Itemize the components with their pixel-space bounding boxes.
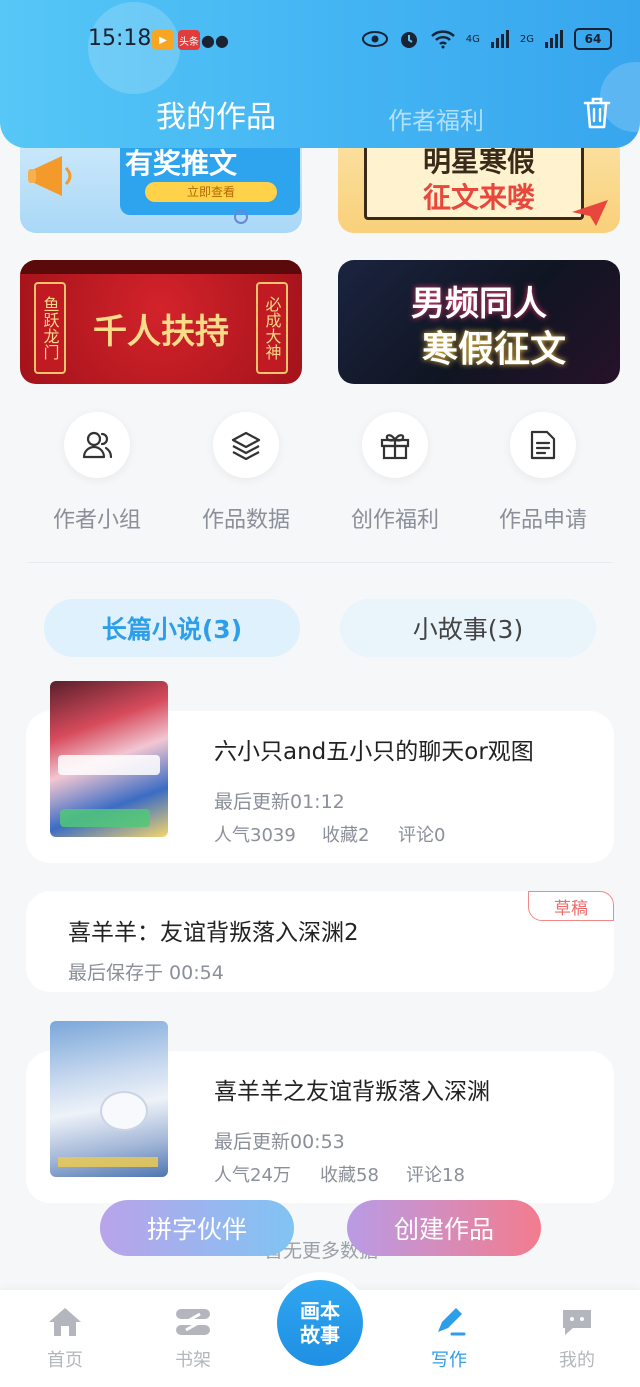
signal-icon [490, 30, 509, 48]
banner-title-line1: 男频同人 [411, 284, 547, 324]
banner-title: 千人扶持 [93, 312, 229, 352]
work-cover-image[interactable] [50, 681, 168, 837]
work-title[interactable]: 六小只and五小只的聊天or观图 [214, 732, 534, 766]
wechat-icon: ●● [201, 30, 229, 50]
work-popularity: 人气3039 [214, 825, 296, 846]
cover-decor [58, 1157, 158, 1167]
status-bar: 15:18 ▶ 头条 ●● 4G 2G 64 [0, 22, 640, 58]
draft-saved-time: 最后保存于 00:54 [68, 962, 224, 984]
work-favorites: 收藏2 [322, 825, 370, 846]
tab-author-benefits[interactable]: 作者福利 [388, 101, 484, 136]
tab-short-stories[interactable]: 小故事(3) [340, 599, 596, 657]
trash-icon[interactable] [582, 96, 612, 130]
banner-frame [20, 260, 302, 274]
banner-view-button[interactable]: 立即查看 [145, 182, 277, 202]
work-comments: 评论18 [406, 1165, 465, 1186]
banner-thousand-support[interactable]: 鱼跃龙门 必成大神 千人扶持 [20, 260, 302, 384]
quick-creation-benefits[interactable]: 创作福利 [330, 412, 460, 534]
battery-indicator: 64 [574, 28, 612, 50]
nav-label: 我的 [559, 1350, 595, 1371]
draft-badge: 草稿 [528, 891, 614, 921]
nav-label: 书架 [175, 1350, 211, 1371]
toutiao-app-icon: 头条 [178, 30, 200, 50]
alarm-icon [400, 32, 417, 48]
quick-work-application[interactable]: 作品申请 [478, 412, 608, 534]
video-app-icon: ▶ [152, 30, 174, 50]
signal-icon [545, 30, 563, 48]
work-cover-image[interactable] [50, 1021, 168, 1177]
draft-title[interactable]: 喜羊羊：友谊背叛落入深渊2 [68, 913, 359, 947]
pen-icon [438, 1308, 466, 1336]
gift-icon [362, 412, 428, 478]
status-time: 15:18 [88, 26, 152, 51]
network-4g-label: 4G [465, 33, 480, 45]
eye-icon [361, 31, 388, 47]
work-updated: 最后更新01:12 [214, 791, 345, 813]
megaphone-icon [28, 156, 72, 196]
center-label-line2: 故事 [300, 1323, 340, 1347]
quick-label: 作者小组 [52, 508, 141, 533]
create-work-button[interactable]: 创建作品 [347, 1200, 541, 1256]
network-2g-label: 2G [519, 33, 534, 45]
nav-bookshelf[interactable]: 书架 [148, 1306, 238, 1372]
quick-label: 作品申请 [498, 508, 587, 533]
nav-label: 首页 [47, 1350, 83, 1371]
layers-icon [213, 412, 279, 478]
work-favorites: 收藏58 [320, 1165, 379, 1186]
picture-story-button[interactable]: 画本 故事 [277, 1280, 363, 1366]
quick-label: 创作福利 [350, 508, 439, 533]
document-icon [510, 412, 576, 478]
word-partner-button[interactable]: 拼字伙伴 [100, 1200, 294, 1256]
center-label-line1: 画本 [300, 1299, 340, 1323]
cover-decor [100, 1091, 148, 1131]
cover-decor [58, 755, 160, 775]
nav-write[interactable]: 写作 [404, 1306, 494, 1372]
nav-mine[interactable]: 我的 [532, 1306, 622, 1372]
chat-bubble-icon [563, 1310, 591, 1335]
banner-title-line2: 寒假征文 [421, 329, 566, 370]
decor-ring [234, 210, 248, 224]
home-icon [49, 1308, 81, 1336]
quick-label: 作品数据 [201, 508, 290, 533]
nav-home[interactable]: 首页 [20, 1306, 110, 1372]
work-updated: 最后更新00:53 [214, 1131, 345, 1153]
group-icon [64, 412, 130, 478]
wifi-icon [430, 30, 455, 49]
divider [28, 562, 612, 563]
nav-label: 写作 [431, 1350, 467, 1371]
header: 15:18 ▶ 头条 ●● 4G 2G 64 我的作品 作者福利 [0, 0, 640, 148]
tab-long-novels[interactable]: 长篇小说(3) [44, 599, 300, 657]
cover-decor [60, 809, 150, 827]
quick-author-group[interactable]: 作者小组 [32, 412, 162, 534]
work-comments: 评论0 [398, 825, 446, 846]
paper-plane-icon [572, 200, 608, 226]
quick-work-data[interactable]: 作品数据 [181, 412, 311, 534]
bookshelf-icon [176, 1309, 210, 1335]
status-icons: 4G 2G 64 [361, 28, 612, 50]
banner-male-fanfic-contest[interactable]: 男频同人 寒假征文 [338, 260, 620, 384]
tab-my-works[interactable]: 我的作品 [156, 92, 276, 136]
work-title[interactable]: 喜羊羊之友谊背叛落入深渊 [214, 1072, 490, 1106]
work-popularity: 人气24万 [214, 1165, 291, 1186]
